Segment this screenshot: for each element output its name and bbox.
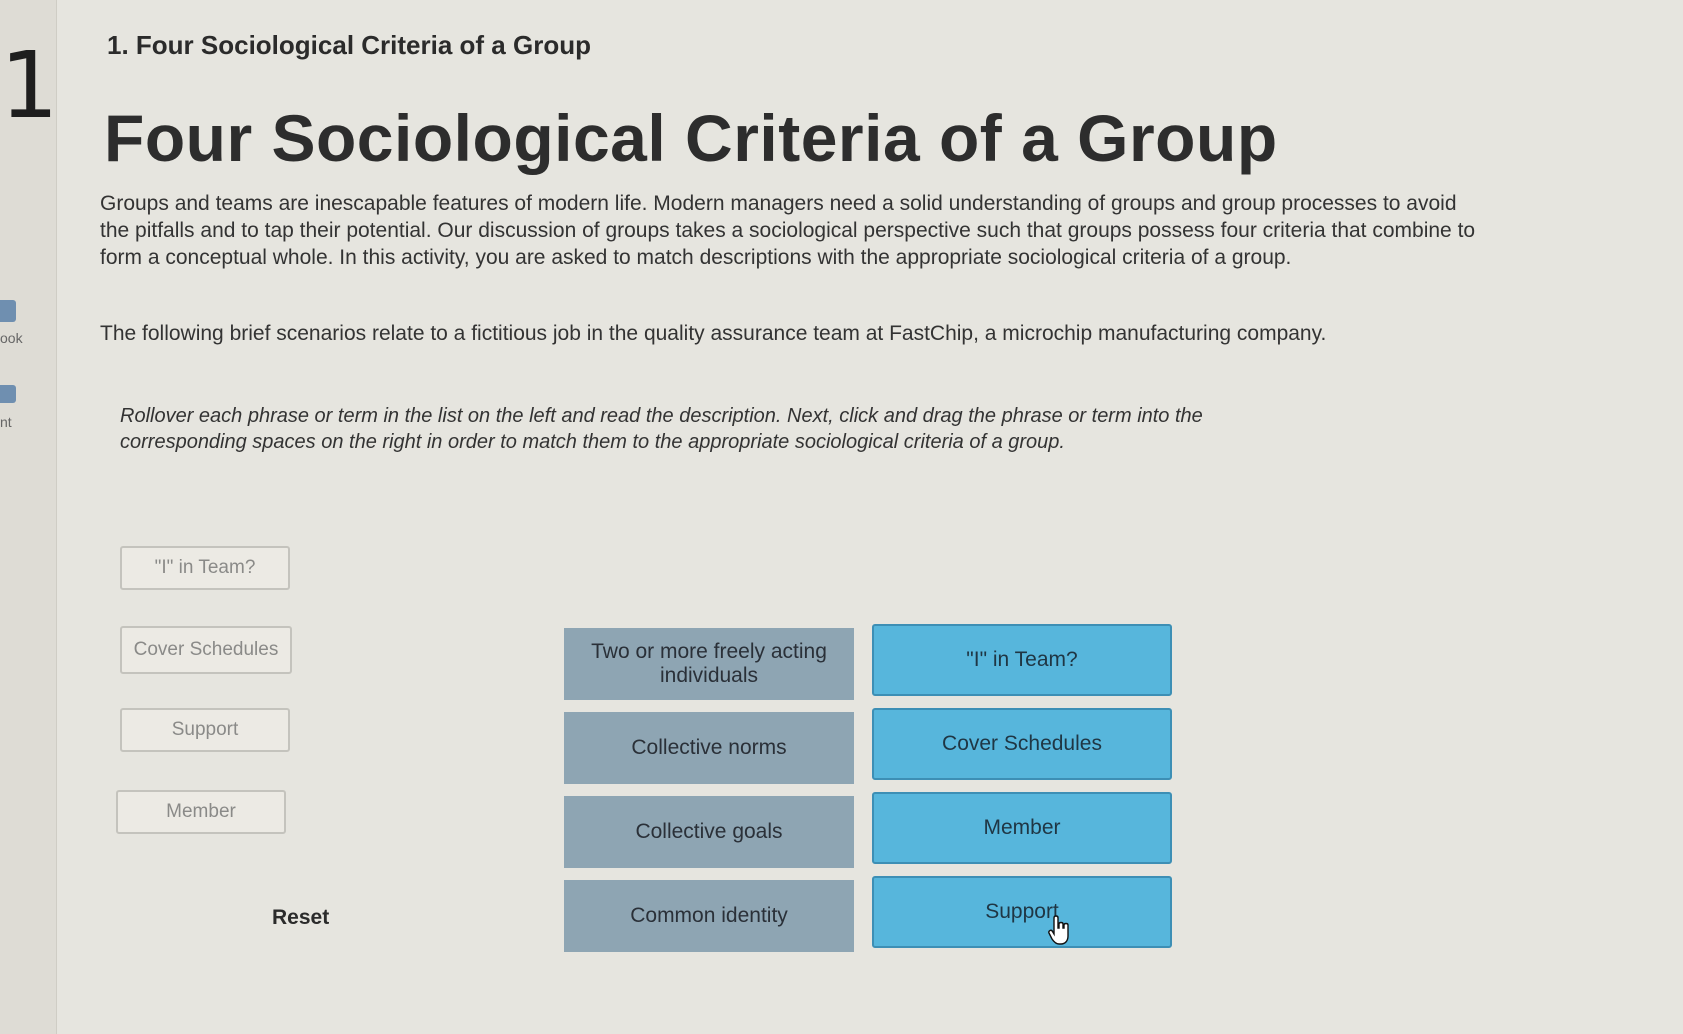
ebook-icon[interactable]	[0, 300, 16, 322]
criterion-two-or-more: Two or more freely acting individuals	[564, 628, 854, 700]
print-icon[interactable]	[0, 385, 16, 403]
source-item-member[interactable]: Member	[116, 790, 286, 834]
criterion-collective-goals: Collective goals	[564, 796, 854, 868]
left-rail: 1 ook nt	[0, 0, 59, 1034]
reset-button[interactable]: Reset	[272, 906, 329, 930]
instructions: Rollover each phrase or term in the list…	[120, 405, 1203, 453]
drop-zone-collective-goals[interactable]: Member	[872, 792, 1172, 864]
intro-paragraph: Groups and teams are inescapable feature…	[100, 192, 1476, 269]
drop-zone-collective-norms[interactable]: Cover Schedules	[872, 708, 1172, 780]
source-item-cover-schedules[interactable]: Cover Schedules	[120, 626, 292, 674]
drop-zone-two-or-more[interactable]: "I" in Team?	[872, 624, 1172, 696]
page-title: Four Sociological Criteria of a Group	[104, 101, 1278, 175]
criterion-collective-norms: Collective norms	[564, 712, 854, 784]
scenario-paragraph: The following brief scenarios relate to …	[100, 322, 1327, 345]
drop-zone-common-identity[interactable]: Support	[872, 876, 1172, 948]
sidebar-item-label[interactable]: nt	[0, 414, 12, 430]
sidebar-item-label[interactable]: ook	[0, 330, 23, 346]
source-item-support[interactable]: Support	[120, 708, 290, 752]
criterion-common-identity: Common identity	[564, 880, 854, 952]
breadcrumb: 1. Four Sociological Criteria of a Group	[107, 30, 591, 60]
source-item-i-in-team[interactable]: "I" in Team?	[120, 546, 290, 590]
question-number: 1	[0, 32, 59, 139]
hand-cursor-icon	[1048, 915, 1069, 945]
